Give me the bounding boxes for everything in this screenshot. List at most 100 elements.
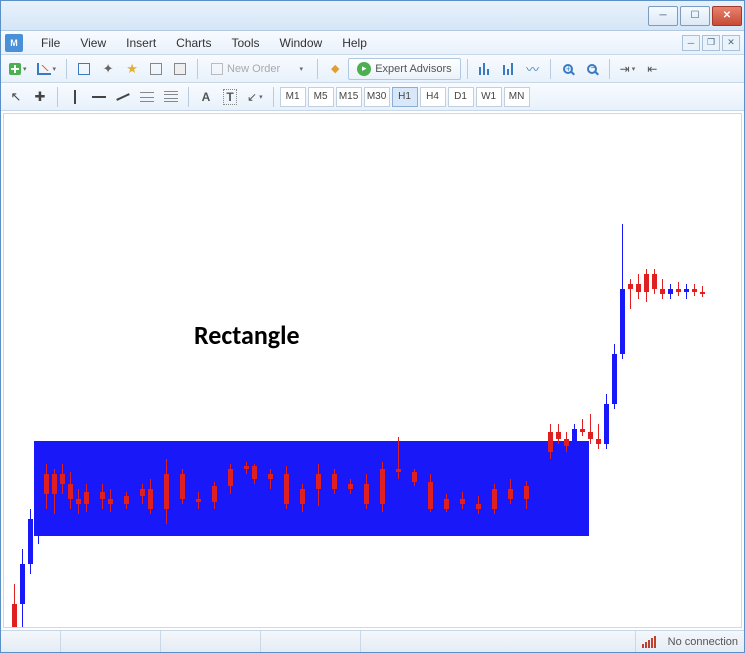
- separator: [467, 59, 468, 79]
- timeframe-h1[interactable]: H1: [392, 87, 418, 107]
- new-order-button[interactable]: New Order: [204, 58, 287, 80]
- menu-file[interactable]: File: [31, 33, 70, 53]
- candle: [268, 469, 273, 489]
- menu-charts[interactable]: Charts: [166, 33, 221, 53]
- chart-icon: [37, 63, 51, 75]
- titlebar: ─ ☐ ✕: [1, 1, 744, 31]
- hline-icon: [92, 96, 106, 98]
- arrows-button[interactable]: ↙: [243, 86, 267, 108]
- terminal-icon: [150, 63, 162, 75]
- strategy-tester-button[interactable]: [169, 58, 191, 80]
- menu-view[interactable]: View: [70, 33, 116, 53]
- candle: [460, 492, 465, 509]
- candle: [84, 484, 89, 512]
- candle: [700, 286, 705, 297]
- candle: [12, 584, 17, 628]
- candle: [556, 424, 561, 444]
- menu-help[interactable]: Help: [332, 33, 377, 53]
- zoom-in-button[interactable]: [557, 58, 579, 80]
- mdi-close-button[interactable]: ✕: [722, 35, 740, 51]
- candle: [244, 462, 249, 474]
- profiles-button[interactable]: [33, 58, 61, 80]
- new-order-label: New Order: [227, 63, 280, 75]
- statusbar: No connection: [1, 630, 744, 652]
- candles-icon: [503, 63, 515, 75]
- candle-chart-button[interactable]: [498, 58, 520, 80]
- chart-area[interactable]: Rectangle: [3, 113, 742, 628]
- new-order-dropdown[interactable]: [289, 58, 311, 80]
- equidistant-channel-button[interactable]: [136, 86, 158, 108]
- text-label-button[interactable]: T: [219, 86, 241, 108]
- separator: [609, 59, 610, 79]
- expert-advisors-button[interactable]: ▸ Expert Advisors: [348, 58, 460, 80]
- candle: [636, 274, 641, 299]
- data-window-button[interactable]: ★: [121, 58, 143, 80]
- chart-shift-button[interactable]: ⇤: [641, 58, 663, 80]
- candle: [612, 344, 617, 409]
- candle: [508, 479, 513, 504]
- timeframe-m1[interactable]: M1: [280, 87, 306, 107]
- candle: [476, 496, 481, 514]
- connection-label: No connection: [668, 636, 738, 648]
- timeframe-m5[interactable]: M5: [308, 87, 334, 107]
- timeframe-m30[interactable]: M30: [364, 87, 390, 107]
- metaeditor-button[interactable]: ◆: [324, 58, 346, 80]
- timeframe-m15[interactable]: M15: [336, 87, 362, 107]
- candle: [140, 484, 145, 504]
- app-icon: M: [5, 34, 23, 52]
- mdi-restore-button[interactable]: ❐: [702, 35, 720, 51]
- fibonacci-button[interactable]: [160, 86, 182, 108]
- timeframe-w1[interactable]: W1: [476, 87, 502, 107]
- candle: [284, 466, 289, 509]
- rectangle-shape[interactable]: [34, 441, 589, 536]
- new-chart-button[interactable]: [5, 58, 31, 80]
- star-icon: ★: [126, 61, 138, 77]
- navigator-button[interactable]: ✦: [97, 58, 119, 80]
- chart-annotation-text[interactable]: Rectangle: [194, 319, 300, 351]
- candle: [620, 224, 625, 359]
- candle: [596, 424, 601, 449]
- scroll-icon: ⇥: [620, 62, 630, 76]
- timeframe-mn[interactable]: MN: [504, 87, 530, 107]
- editor-icon: ◆: [331, 62, 339, 75]
- candle: [668, 284, 673, 299]
- candle: [212, 482, 217, 509]
- menu-tools[interactable]: Tools: [222, 33, 270, 53]
- mdi-minimize-button[interactable]: ─: [682, 35, 700, 51]
- zoom-out-button[interactable]: [581, 58, 603, 80]
- candle: [412, 469, 417, 486]
- close-button[interactable]: ✕: [712, 6, 742, 26]
- candle: [76, 489, 81, 514]
- candle: [428, 474, 433, 512]
- timeframe-h4[interactable]: H4: [420, 87, 446, 107]
- candle: [60, 464, 65, 494]
- candle: [20, 549, 25, 628]
- maximize-button[interactable]: ☐: [680, 6, 710, 26]
- diamond-icon: ✦: [103, 61, 114, 77]
- minimize-button[interactable]: ─: [648, 6, 678, 26]
- candle: [52, 469, 57, 514]
- status-cell-3: [161, 631, 261, 652]
- auto-scroll-button[interactable]: ⇥: [616, 58, 640, 80]
- candle: [628, 279, 633, 309]
- connection-status[interactable]: No connection: [636, 631, 744, 652]
- crosshair-button[interactable]: ✚: [29, 86, 51, 108]
- vertical-line-button[interactable]: [64, 86, 86, 108]
- market-watch-button[interactable]: [73, 58, 95, 80]
- tester-icon: [174, 63, 186, 75]
- terminal-button[interactable]: [145, 58, 167, 80]
- candle: [364, 474, 369, 509]
- menu-insert[interactable]: Insert: [116, 33, 166, 53]
- menu-window[interactable]: Window: [270, 33, 333, 53]
- text-button[interactable]: A: [195, 86, 217, 108]
- vline-icon: [74, 90, 76, 104]
- line-chart-button[interactable]: 〰: [522, 58, 544, 80]
- separator: [197, 59, 198, 79]
- bar-chart-button[interactable]: [474, 58, 496, 80]
- trendline-button[interactable]: [112, 86, 134, 108]
- cursor-button[interactable]: ↖: [5, 86, 27, 108]
- candle: [604, 394, 609, 449]
- timeframe-d1[interactable]: D1: [448, 87, 474, 107]
- candle: [572, 424, 577, 452]
- horizontal-line-button[interactable]: [88, 86, 110, 108]
